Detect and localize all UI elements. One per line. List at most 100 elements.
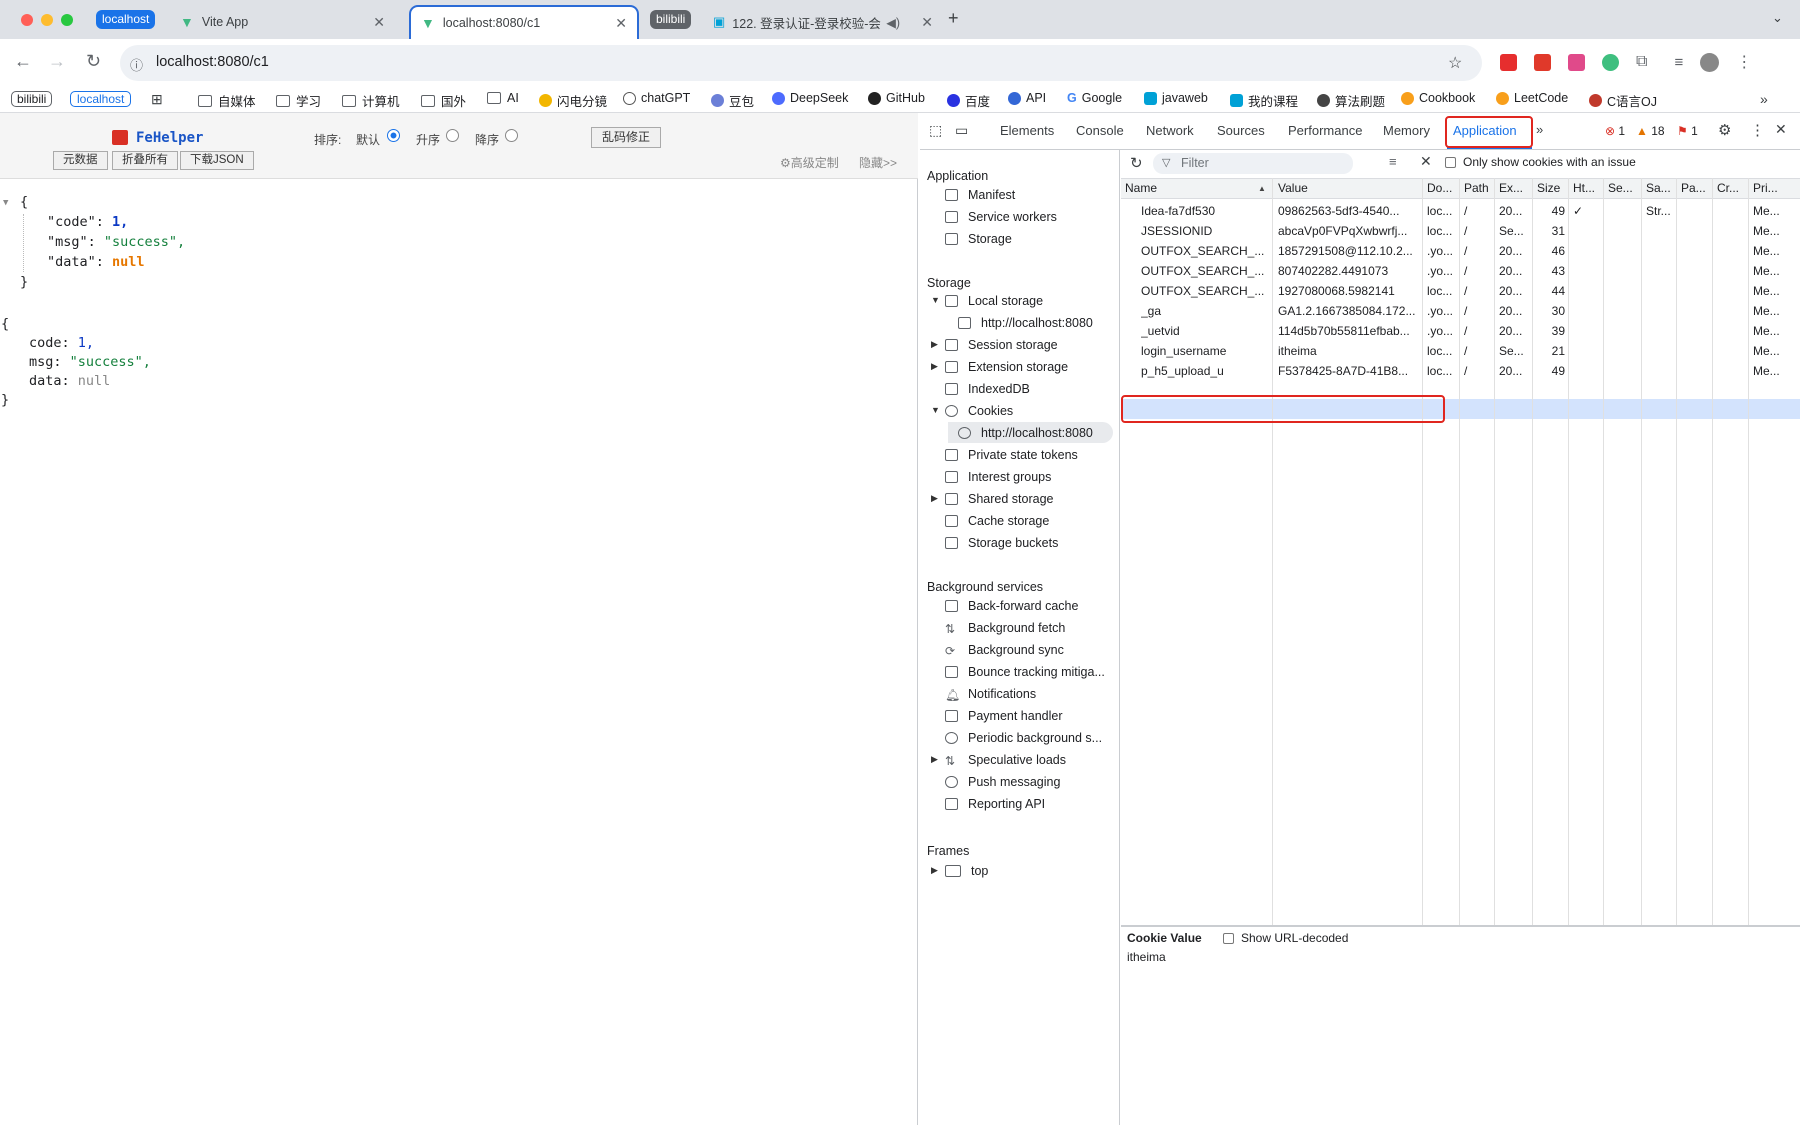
bookmark-group-bilibili[interactable]: bilibili xyxy=(11,91,53,107)
bookmark-folder-computer[interactable]: 计算机 xyxy=(342,91,400,110)
profile-avatar[interactable] xyxy=(1700,52,1720,72)
sidebar-item-interest-groups[interactable]: Interest groups xyxy=(945,466,1051,487)
inspect-element-icon[interactable]: ⬚ xyxy=(929,122,942,139)
collapse-arrow-icon[interactable]: ▶ xyxy=(931,493,938,504)
site-info-icon[interactable]: ⓘ xyxy=(130,55,143,74)
bookmark-chatgpt[interactable]: chatGPT xyxy=(623,91,690,105)
tab-memory[interactable]: Memory xyxy=(1383,123,1430,138)
bookmark-folder-xuexi[interactable]: 学习 xyxy=(276,91,321,110)
sidebar-item-payment-handler[interactable]: Payment handler xyxy=(945,705,1063,726)
more-tabs-icon[interactable]: » xyxy=(1536,122,1543,137)
bookmark-folder-guowai[interactable]: 国外 xyxy=(421,91,466,110)
back-icon[interactable]: ← xyxy=(14,51,32,72)
error-count[interactable]: ⊗ 1 xyxy=(1605,124,1625,138)
sidebar-item-shared-storage[interactable]: Shared storage xyxy=(945,488,1053,509)
reload-icon[interactable]: ↻ xyxy=(86,51,101,72)
only-issues-checkbox[interactable] xyxy=(1445,157,1456,168)
tab-search-icon[interactable]: ⌄ xyxy=(1772,10,1783,26)
bookmark-deepseek[interactable]: DeepSeek xyxy=(772,91,848,105)
close-tab-icon[interactable]: ✕ xyxy=(373,14,385,31)
sidebar-item-frame-top[interactable]: top xyxy=(945,860,988,881)
settings-gear-icon[interactable]: ⚙ xyxy=(1718,121,1731,139)
hide-link[interactable]: 隐藏>> xyxy=(859,154,897,171)
expand-arrow-icon[interactable]: ▼ xyxy=(931,295,940,305)
sidebar-item-notifications[interactable]: 🔔︎ Notifications xyxy=(945,683,1036,704)
collapse-arrow-icon[interactable]: ▶ xyxy=(931,361,938,372)
bookmark-leetcode[interactable]: LeetCode xyxy=(1496,91,1568,105)
forward-icon[interactable]: → xyxy=(48,51,66,72)
column-header-samesite[interactable]: Sa... xyxy=(1646,178,1676,199)
fehelper-extension-icon[interactable] xyxy=(1534,53,1551,71)
bookmark-doubao[interactable]: 豆包 xyxy=(711,91,754,110)
refresh-icon[interactable]: ↻ xyxy=(1130,154,1143,172)
sidebar-item-storage[interactable]: Storage xyxy=(945,228,1012,249)
tab-bilibili-video[interactable]: ▣ 122. 登录认证-登录校验-会 ◀) ✕ xyxy=(703,5,943,39)
menu-kebab-icon[interactable]: ⋮ xyxy=(1736,52,1752,72)
tab-network[interactable]: Network xyxy=(1146,123,1194,138)
bookmark-baidu[interactable]: 百度 xyxy=(947,91,990,110)
sidebar-item-private-state-tokens[interactable]: Private state tokens xyxy=(945,444,1078,465)
sidebar-item-local-origin[interactable]: http://localhost:8080 xyxy=(958,312,1093,333)
sort-default-radio[interactable] xyxy=(387,129,400,142)
column-header-secure[interactable]: Se... xyxy=(1608,178,1638,199)
column-header-value[interactable]: Value xyxy=(1278,178,1418,199)
pane-splitter[interactable] xyxy=(1121,925,1800,927)
bookmark-mycourse[interactable]: 我的课程 xyxy=(1230,91,1298,110)
new-tab-button[interactable]: + xyxy=(948,8,959,29)
collapse-arrow-icon[interactable]: ▶ xyxy=(931,865,938,876)
column-header-priority[interactable]: Pri... xyxy=(1753,178,1783,199)
close-tab-icon[interactable]: ✕ xyxy=(615,15,627,32)
apps-grid-icon[interactable]: ⊞ xyxy=(151,91,163,108)
sidebar-item-cookie-origin[interactable]: http://localhost:8080 xyxy=(948,422,1113,443)
sidebar-item-cookies[interactable]: Cookies xyxy=(945,400,1013,421)
bookmark-star-icon[interactable]: ☆ xyxy=(1448,53,1462,73)
column-header-expires[interactable]: Ex... xyxy=(1499,178,1529,199)
minimize-window-button[interactable] xyxy=(41,14,53,26)
bookmark-coj[interactable]: C语言OJ xyxy=(1589,91,1657,110)
translate-extension-icon[interactable] xyxy=(1568,53,1585,71)
device-toolbar-icon[interactable]: ▭ xyxy=(955,122,968,139)
tab-group-localhost[interactable]: localhost xyxy=(96,10,156,29)
tab-localhost-c1[interactable]: ▼ localhost:8080/c1 ✕ xyxy=(409,5,639,39)
close-tab-icon[interactable]: ✕ xyxy=(921,14,933,31)
tab-console[interactable]: Console xyxy=(1076,123,1124,138)
raw-data-button[interactable]: 元数据 xyxy=(53,151,108,170)
bookmark-folder-zimeiti[interactable]: 自媒体 xyxy=(198,91,256,110)
sidebar-item-reporting-api[interactable]: Reporting API xyxy=(945,793,1045,814)
fix-encoding-button[interactable]: 乱码修正 xyxy=(591,127,662,148)
issues-count[interactable]: ⚑ 1 xyxy=(1677,124,1698,138)
sort-asc-radio[interactable] xyxy=(446,129,459,142)
sidebar-item-background-fetch[interactable]: ⇅ Background fetch xyxy=(945,617,1065,638)
collapse-arrow-icon[interactable]: ▶ xyxy=(931,339,938,350)
sidebar-item-bounce-tracking[interactable]: Bounce tracking mitiga... xyxy=(945,661,1105,682)
download-json-button[interactable]: 下载JSON xyxy=(180,151,254,170)
bookmark-group-localhost[interactable]: localhost xyxy=(70,91,132,107)
bookmark-folder-ai[interactable]: AI xyxy=(487,91,519,105)
column-header-partition-key[interactable]: Pa... xyxy=(1681,178,1711,199)
bookmark-cookbook[interactable]: Cookbook xyxy=(1401,91,1475,105)
url-decoded-checkbox[interactable] xyxy=(1223,933,1234,944)
bookmark-javaweb[interactable]: javaweb xyxy=(1144,91,1208,105)
filter-input[interactable]: ▽ Filter xyxy=(1153,153,1353,174)
sidebar-item-extension-storage[interactable]: Extension storage xyxy=(945,356,1068,377)
sort-desc-radio[interactable] xyxy=(505,129,518,142)
youdao-extension-icon[interactable] xyxy=(1500,53,1517,71)
expand-arrow-icon[interactable]: ▼ xyxy=(931,405,940,415)
bookmark-shandian[interactable]: 闪电分镜 xyxy=(539,91,607,110)
column-header-httponly[interactable]: Ht... xyxy=(1573,178,1603,199)
collapse-toggle-icon[interactable]: ▼ xyxy=(3,198,8,208)
fold-all-button[interactable]: 折叠所有 xyxy=(112,151,178,170)
sidebar-item-background-sync[interactable]: ⟳ Background sync xyxy=(945,639,1064,660)
tab-sources[interactable]: Sources xyxy=(1217,123,1265,138)
column-header-domain[interactable]: Do... xyxy=(1427,178,1457,199)
advanced-settings-link[interactable]: ⚙高级定制 xyxy=(780,154,839,171)
chatgpt-extension-icon[interactable] xyxy=(1602,53,1619,71)
extensions-puzzle-icon[interactable]: ⧉ xyxy=(1636,53,1647,71)
audio-icon[interactable]: ◀) xyxy=(886,15,900,30)
tab-vite-app[interactable]: ▼ Vite App ✕ xyxy=(170,5,395,39)
column-header-size[interactable]: Size xyxy=(1537,178,1567,199)
close-devtools-icon[interactable]: ✕ xyxy=(1775,121,1787,138)
sidebar-item-speculative-loads[interactable]: ⇅ Speculative loads xyxy=(945,749,1066,770)
column-header-path[interactable]: Path xyxy=(1464,178,1494,199)
sidebar-item-push-messaging[interactable]: Push messaging xyxy=(945,771,1060,792)
